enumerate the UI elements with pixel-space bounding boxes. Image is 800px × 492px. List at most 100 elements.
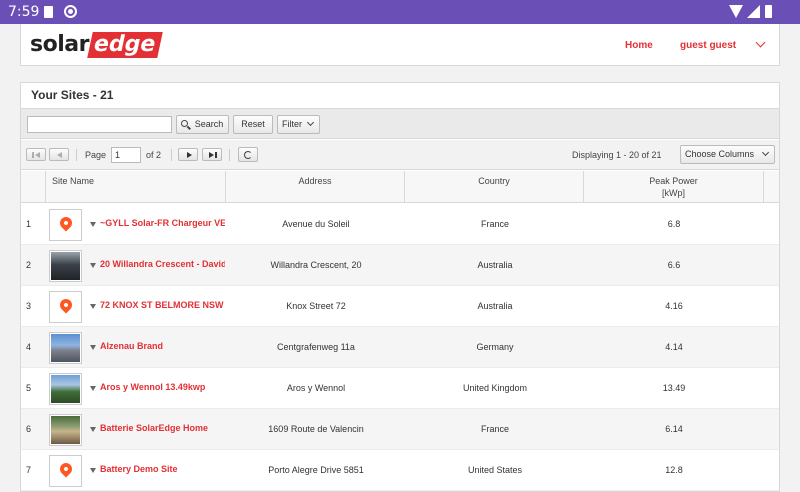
- toolbar-separator: [76, 149, 77, 161]
- next-page-button[interactable]: [178, 148, 198, 161]
- site-thumbnail[interactable]: [49, 250, 82, 282]
- site-peak-power: 4.16: [665, 301, 683, 311]
- site-peak-power: 6.14: [665, 424, 683, 434]
- site-name-link[interactable]: Batterie SolarEdge Home: [100, 423, 225, 433]
- chevron-down-icon[interactable]: [755, 37, 766, 48]
- caret-down-icon[interactable]: [90, 345, 96, 350]
- status-time: 7:59: [8, 4, 40, 20]
- caret-down-icon[interactable]: [90, 427, 96, 432]
- choose-columns-button[interactable]: Choose Columns: [680, 145, 775, 164]
- table-row[interactable]: 1 ~GYLL Solar-FR Chargeur VE Avenue du S…: [21, 204, 779, 245]
- chevron-down-icon: [761, 148, 770, 157]
- filter-button-label: Filter: [282, 119, 302, 129]
- toolbar-separator: [171, 149, 172, 161]
- next-page-icon: [187, 152, 192, 158]
- row-number: 4: [26, 342, 32, 352]
- site-name-link[interactable]: Alzenau Brand: [100, 341, 225, 351]
- search-input[interactable]: [27, 116, 172, 133]
- page-number-input[interactable]: 1: [111, 147, 141, 163]
- wifi-icon: [729, 5, 743, 18]
- filter-button[interactable]: Filter: [277, 115, 320, 134]
- site-thumbnail[interactable]: [49, 209, 82, 241]
- paging-toolbar: Page 1 of 2 Displaying 1 - 20 of 21 Choo…: [21, 140, 779, 170]
- android-status-bar: 7:59: [0, 0, 800, 24]
- displaying-count: Displaying 1 - 20 of 21: [572, 150, 662, 160]
- site-name-link[interactable]: ~GYLL Solar-FR Chargeur VE: [100, 218, 225, 228]
- refresh-button[interactable]: [238, 147, 258, 162]
- nav-home-link[interactable]: Home: [625, 40, 653, 51]
- search-button[interactable]: Search: [176, 115, 229, 134]
- sites-panel: Your Sites - 21 Search Reset Filter Page…: [20, 82, 780, 492]
- battery-icon: [765, 5, 772, 18]
- map-pin-icon: [57, 214, 75, 232]
- site-thumbnail[interactable]: [49, 414, 82, 446]
- toolbar-separator: [229, 149, 230, 161]
- map-pin-icon: [57, 460, 75, 478]
- caret-down-icon[interactable]: [90, 386, 96, 391]
- site-country: Australia: [477, 260, 513, 270]
- caret-down-icon[interactable]: [90, 263, 96, 268]
- site-country: France: [480, 424, 509, 434]
- site-address: Porto Alegre Drive 5851: [268, 465, 364, 475]
- column-header-address[interactable]: Address: [226, 171, 405, 203]
- refresh-icon: [244, 151, 252, 159]
- site-name-link[interactable]: Battery Demo Site: [100, 464, 225, 474]
- column-header-number: [21, 171, 46, 203]
- site-name-link[interactable]: Aros y Wennol 13.49kwp: [100, 382, 225, 392]
- sd-card-icon: [44, 6, 53, 18]
- site-country: United Kingdom: [462, 383, 528, 393]
- site-thumbnail[interactable]: [49, 455, 82, 487]
- search-toolbar: Search Reset Filter: [21, 108, 779, 139]
- site-address: 1609 Route de Valencin: [268, 424, 364, 434]
- site-peak-power: 4.14: [665, 342, 683, 352]
- row-number: 1: [26, 219, 32, 229]
- caret-down-icon[interactable]: [90, 468, 96, 473]
- table-row[interactable]: 7 Battery Demo Site Porto Alegre Drive 5…: [21, 450, 779, 491]
- table-row[interactable]: 2 20 Willandra Crescent - David Willandr…: [21, 245, 779, 286]
- logo-edge-text: edge: [87, 32, 164, 58]
- column-header-site-name[interactable]: Site Name: [46, 171, 226, 203]
- logo-solar-text: solar: [30, 32, 89, 57]
- settings-notification-icon: [64, 5, 77, 18]
- row-number: 2: [26, 260, 32, 270]
- table-row[interactable]: 4 Alzenau Brand Centgrafenweg 11a German…: [21, 327, 779, 368]
- site-name-link[interactable]: 20 Willandra Crescent - David: [100, 259, 225, 269]
- table-row[interactable]: 3 72 KNOX ST BELMORE NSW Knox Street 72 …: [21, 286, 779, 327]
- site-country: France: [480, 219, 509, 229]
- first-page-button[interactable]: [26, 148, 46, 161]
- user-menu[interactable]: guest guest: [680, 40, 736, 51]
- row-number: 6: [26, 424, 32, 434]
- app-header: solar edge Home guest guest: [20, 24, 780, 66]
- caret-down-icon[interactable]: [90, 304, 96, 309]
- first-page-icon: [32, 152, 34, 158]
- solaredge-logo[interactable]: solar edge: [30, 32, 164, 58]
- prev-page-icon: [57, 152, 62, 158]
- search-icon: [181, 120, 188, 127]
- prev-page-button[interactable]: [49, 148, 69, 161]
- row-number: 7: [26, 465, 32, 475]
- site-thumbnail[interactable]: [49, 291, 82, 323]
- caret-down-icon[interactable]: [90, 222, 96, 227]
- site-photo-roof: [51, 252, 80, 280]
- site-peak-power: 12.8: [665, 465, 683, 475]
- site-address: Aros y Wennol: [286, 383, 346, 393]
- site-address: Centgrafenweg 11a: [277, 342, 355, 352]
- search-button-label: Search: [194, 119, 224, 129]
- site-thumbnail[interactable]: [49, 332, 82, 364]
- table-row[interactable]: 6 Batterie SolarEdge Home 1609 Route de …: [21, 409, 779, 450]
- last-page-icon: [209, 152, 214, 158]
- column-header-country[interactable]: Country: [405, 171, 584, 203]
- column-header-peak-power[interactable]: Peak Power [kWp]: [584, 171, 764, 203]
- site-thumbnail[interactable]: [49, 373, 82, 405]
- row-number: 5: [26, 383, 32, 393]
- site-country: United States: [467, 465, 523, 475]
- reset-button[interactable]: Reset: [233, 115, 273, 134]
- page-label: Page: [85, 150, 107, 160]
- last-page-button[interactable]: [202, 148, 222, 161]
- site-photo-house: [51, 416, 80, 444]
- table-row[interactable]: 5 Aros y Wennol 13.49kwp Aros y Wennol U…: [21, 368, 779, 409]
- page-count-label: of 2: [146, 150, 162, 160]
- table-header: Site Name Address Country Peak Power [kW…: [21, 171, 779, 203]
- site-name-link[interactable]: 72 KNOX ST BELMORE NSW: [100, 300, 225, 310]
- site-peak-power: 6.8: [667, 219, 681, 229]
